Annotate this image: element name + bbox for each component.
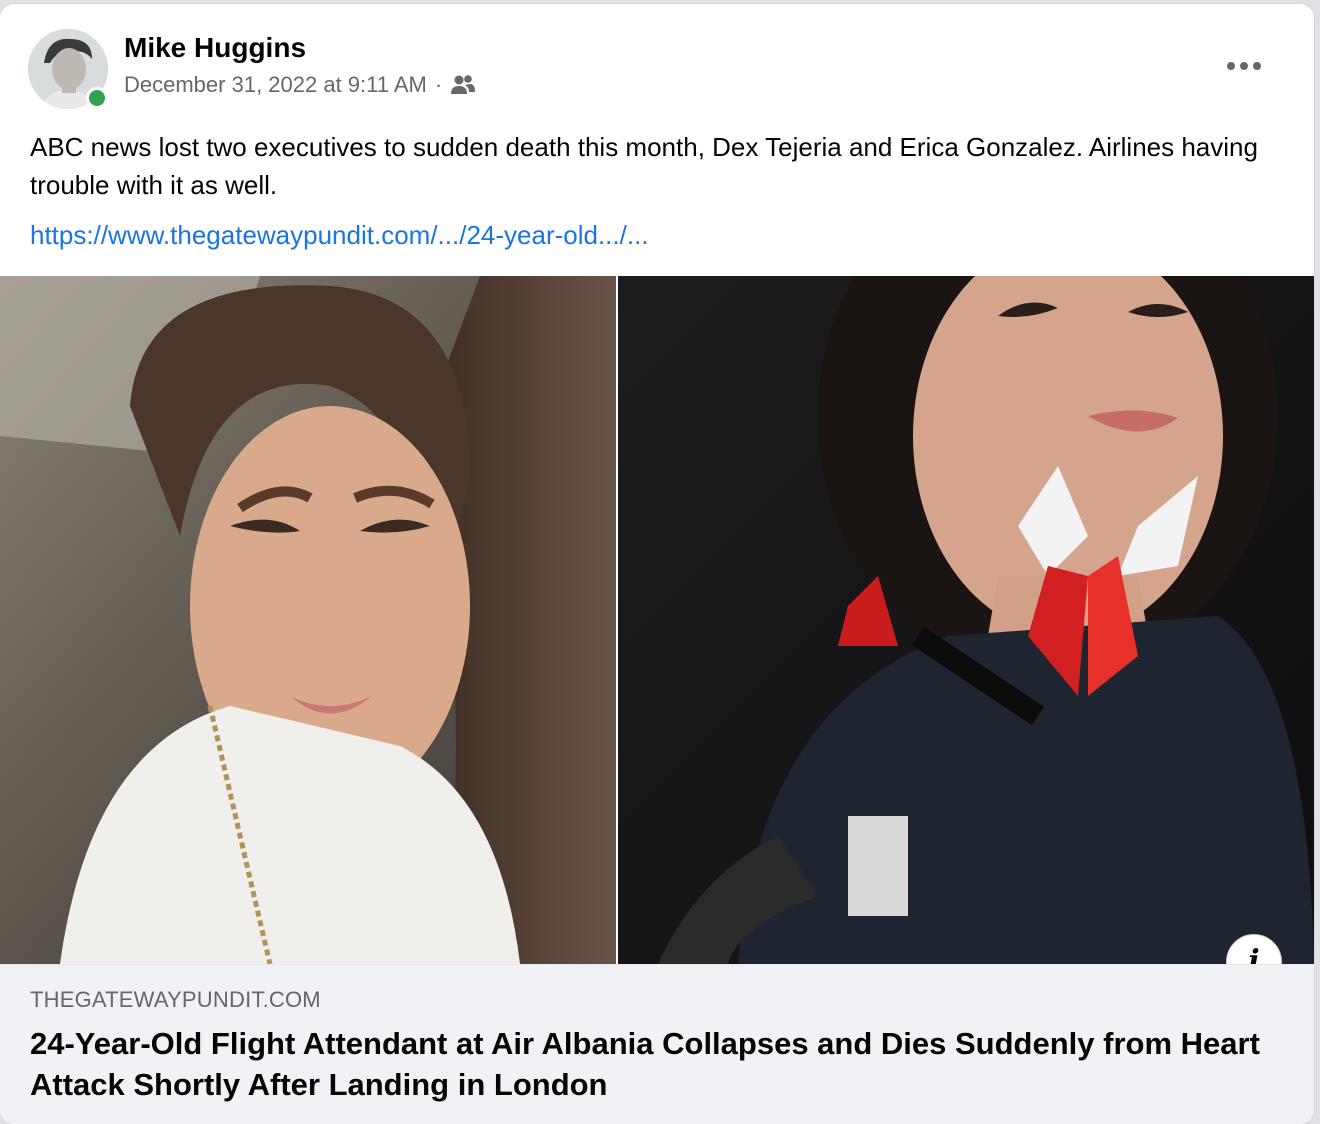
author-name[interactable]: Mike Huggins [124, 32, 306, 64]
link-preview-title[interactable]: 24-Year-Old Flight Attendant at Air Alba… [30, 1023, 1280, 1105]
post-card: Mike Huggins December 31, 2022 at 9:11 A… [0, 4, 1314, 1124]
post-meta: December 31, 2022 at 9:11 AM · [124, 72, 476, 98]
more-options-button[interactable] [1216, 48, 1272, 84]
post-body-text: ABC news lost two executives to sudden d… [30, 132, 1258, 200]
friends-icon[interactable] [450, 74, 476, 96]
post-article-link[interactable]: https://www.thegatewaypundit.com/.../24-… [30, 220, 649, 251]
preview-image-left[interactable] [0, 276, 616, 964]
link-preview-domain: THEGATEWAYPUNDIT.COM [30, 987, 321, 1012]
meta-separator: · [434, 72, 443, 97]
link-preview[interactable]: THEGATEWAYPUNDIT.COM 24-Year-Old Flight … [0, 964, 1314, 1124]
preview-image-right[interactable] [618, 276, 1314, 964]
online-status-dot [86, 87, 108, 109]
post-timestamp[interactable]: December 31, 2022 at 9:11 AM [124, 72, 427, 98]
more-options-icon [1227, 62, 1261, 70]
